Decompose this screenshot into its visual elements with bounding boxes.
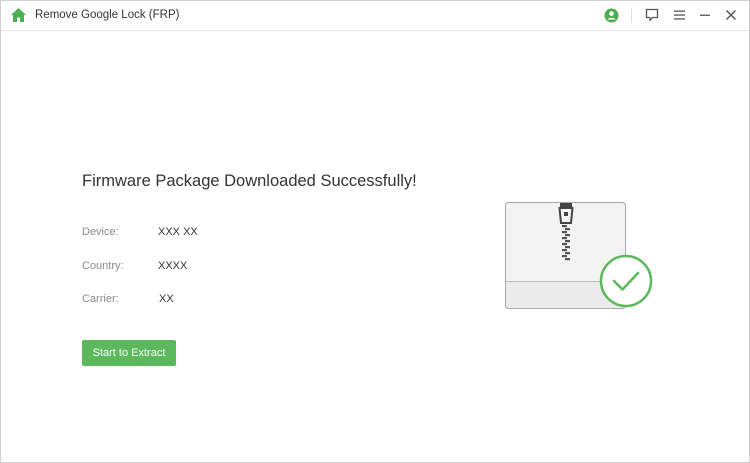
start-extract-button[interactable]: Start to Extract [82,340,176,366]
country-label: Country: [82,260,124,272]
country-value: XXXX [158,260,188,272]
menu-icon[interactable] [671,7,687,23]
firmware-package-illustration [501,197,661,317]
check-badge-icon [599,254,653,308]
title-bar: Remove Google Lock (FRP) [1,1,749,31]
app-window: Remove Google Lock (FRP) Firmware Packag… [0,0,750,463]
carrier-label: Carrier: [82,293,119,305]
title-bar-divider [631,8,632,23]
account-icon[interactable] [603,7,619,23]
zip-package-icon [505,202,653,309]
device-value: XXX XX [158,226,198,238]
carrier-value: XX [159,293,174,305]
close-icon[interactable] [723,7,739,23]
success-headline: Firmware Package Downloaded Successfully… [82,172,417,190]
minimize-icon[interactable] [697,7,713,23]
device-label: Device: [82,226,119,238]
feedback-icon[interactable] [644,7,660,23]
app-title: Remove Google Lock (FRP) [35,9,180,21]
home-icon[interactable] [10,7,27,23]
